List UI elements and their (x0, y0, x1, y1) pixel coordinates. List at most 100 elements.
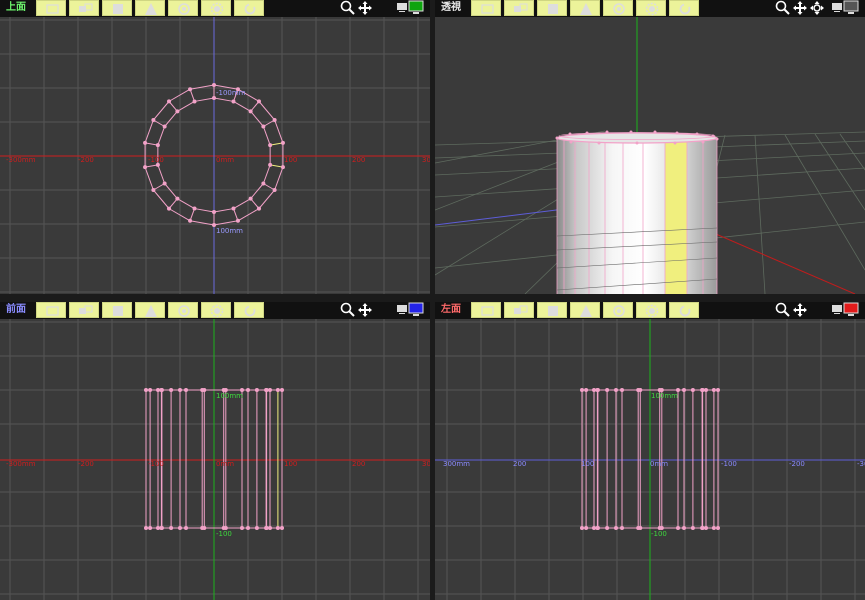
vertex-point[interactable] (246, 388, 250, 392)
vertex-point[interactable] (231, 99, 236, 104)
vertex-point[interactable] (162, 124, 167, 129)
settings-button[interactable] (636, 0, 666, 16)
scale-button[interactable] (504, 0, 534, 16)
vertex-point[interactable] (580, 526, 584, 530)
refresh-button[interactable] (234, 302, 264, 318)
mesh-edge[interactable] (194, 208, 215, 213)
monitor-icon[interactable] (832, 0, 864, 15)
vertex-point[interactable] (280, 388, 284, 392)
mesh-edge[interactable] (157, 164, 166, 184)
select-button[interactable] (537, 302, 567, 318)
vertex-point[interactable] (268, 162, 273, 167)
shape-button[interactable] (135, 0, 165, 16)
front-viewport[interactable]: -300mm -200 -100 0mm 100 200 30 100mm -1… (0, 319, 430, 600)
vertex-point[interactable] (690, 526, 695, 530)
rotate-button[interactable] (603, 302, 633, 318)
vertex-point[interactable] (280, 526, 284, 530)
vertex-point[interactable] (192, 99, 197, 104)
monitor-icon[interactable] (397, 302, 429, 317)
vertex-point[interactable] (254, 388, 259, 392)
mesh-edge[interactable] (250, 183, 264, 199)
vertex-point[interactable] (178, 388, 182, 392)
mesh-edge[interactable] (262, 164, 271, 184)
mesh-edge[interactable] (157, 126, 166, 146)
vertex-point[interactable] (169, 526, 174, 530)
vertex-point[interactable] (202, 388, 207, 392)
perspective-view-pane[interactable]: 透視 (435, 0, 865, 294)
vertex-point[interactable] (184, 526, 188, 530)
vertex-point[interactable] (676, 526, 680, 530)
vertex-point[interactable] (175, 196, 180, 201)
scale-button[interactable] (504, 302, 534, 318)
vertex-point[interactable] (605, 526, 610, 530)
pan-icon[interactable] (792, 302, 808, 318)
move-button[interactable] (36, 0, 66, 16)
vertex-point[interactable] (167, 206, 172, 211)
perspective-viewport[interactable] (435, 17, 865, 294)
shape-button[interactable] (135, 302, 165, 318)
mesh-edge[interactable] (164, 183, 178, 199)
vertex-point[interactable] (254, 526, 259, 530)
vertex-point[interactable] (690, 388, 695, 392)
vertex-point[interactable] (184, 388, 188, 392)
vertex-point[interactable] (202, 526, 207, 530)
vertex-point[interactable] (188, 218, 193, 223)
vertex-point[interactable] (169, 388, 174, 392)
vertex-point[interactable] (584, 388, 589, 392)
scale-button[interactable] (69, 302, 99, 318)
vertex-point[interactable] (178, 526, 182, 530)
left-view-pane[interactable]: 左面 300mm 200 100 0mm -100 -200 -30 100mm… (435, 302, 865, 600)
vertex-point[interactable] (143, 140, 148, 145)
vertex-point[interactable] (711, 388, 716, 392)
vertex-point[interactable] (156, 388, 160, 392)
settings-button[interactable] (201, 302, 231, 318)
vertex-point[interactable] (605, 388, 610, 392)
vertex-point[interactable] (148, 388, 153, 392)
refresh-button[interactable] (669, 0, 699, 16)
vertex-point[interactable] (700, 388, 705, 392)
zoom-icon[interactable] (775, 302, 791, 318)
rotate-button[interactable] (168, 302, 198, 318)
vertex-point[interactable] (192, 206, 197, 211)
vertex-point[interactable] (638, 526, 643, 530)
vertex-point[interactable] (614, 526, 618, 530)
mesh-edge[interactable] (194, 97, 215, 102)
zoom-icon[interactable] (340, 302, 356, 318)
vertex-point[interactable] (620, 526, 624, 530)
vertex-point[interactable] (261, 124, 266, 129)
vertex-point[interactable] (175, 109, 180, 114)
vertex-point[interactable] (246, 526, 250, 530)
vertex-point[interactable] (235, 218, 240, 223)
vertex-point[interactable] (212, 210, 216, 214)
splitter-vertical[interactable] (430, 0, 435, 600)
scale-button[interactable] (69, 0, 99, 16)
shape-button[interactable] (570, 302, 600, 318)
left-viewport[interactable]: 300mm 200 100 0mm -100 -200 -30 100mm -1… (435, 319, 865, 600)
selected-face[interactable] (665, 138, 687, 294)
top-viewport[interactable]: -300mm -200 -100 0mm 100 200 30 -100mm 1… (0, 17, 430, 294)
front-view-pane[interactable]: 前面 -300mm -200 -100 0mm 100 200 30 100mm… (0, 302, 430, 600)
vertex-point[interactable] (148, 526, 153, 530)
mesh-edge[interactable] (262, 126, 271, 146)
shape-button[interactable] (570, 0, 600, 16)
vertex-point[interactable] (620, 388, 624, 392)
vertex-point[interactable] (280, 165, 285, 170)
move-button[interactable] (471, 302, 501, 318)
vertex-point[interactable] (682, 526, 686, 530)
pan-icon[interactable] (357, 302, 373, 318)
pan-icon[interactable] (357, 0, 373, 16)
cylinder-3d[interactable] (555, 130, 719, 295)
vertex-point[interactable] (592, 388, 596, 392)
vertex-point[interactable] (272, 118, 277, 122)
refresh-button[interactable] (669, 302, 699, 318)
vertex-point[interactable] (614, 388, 618, 392)
vertex-point[interactable] (261, 181, 266, 186)
vertex-point[interactable] (638, 388, 643, 392)
vertex-point[interactable] (240, 526, 244, 530)
vertex-point[interactable] (280, 140, 285, 145)
settings-button[interactable] (201, 0, 231, 16)
vertex-point[interactable] (143, 165, 148, 170)
select-button[interactable] (102, 0, 132, 16)
vertex-point[interactable] (167, 99, 172, 104)
vertex-point[interactable] (212, 83, 216, 87)
